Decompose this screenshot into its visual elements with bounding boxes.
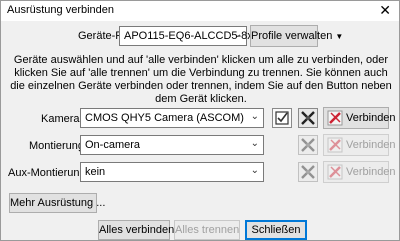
camera-properties-button[interactable] xyxy=(272,108,292,128)
mount-settings-button[interactable] xyxy=(298,135,318,155)
plug-icon xyxy=(327,164,343,180)
tools-icon xyxy=(301,111,315,125)
aux-mount-connect-label: Verbinden xyxy=(346,166,396,178)
mount-label: Montierung xyxy=(29,140,85,152)
manage-profiles-label: Profile verwalten xyxy=(251,30,333,42)
aux-mount-value: kein xyxy=(85,166,106,178)
aux-mount-label: Aux-Montierung xyxy=(8,167,86,179)
plug-icon xyxy=(327,137,343,153)
equipment-dialog: Ausrüstung verbinden ✕ Geräte-Profil APO… xyxy=(0,0,400,241)
instructions-text: Geräte auswählen und auf 'alle verbinden… xyxy=(10,54,392,105)
dropdown-arrow-icon: ▼ xyxy=(335,32,344,41)
chevron-down-icon: ⌄ xyxy=(250,111,259,122)
aux-mount-select[interactable]: kein ⌄ xyxy=(80,162,264,182)
title-bar: Ausrüstung verbinden ✕ xyxy=(1,1,399,21)
chevron-down-icon: ⌄ xyxy=(250,165,259,176)
more-equipment-button[interactable]: Mehr Ausrüstung ... xyxy=(9,193,105,213)
camera-connect-button[interactable]: Verbinden xyxy=(323,107,396,129)
tools-icon xyxy=(301,165,315,179)
chevron-down-icon: ⌄ xyxy=(233,29,242,40)
camera-settings-button[interactable] xyxy=(298,108,318,128)
mount-connect-button[interactable]: Verbinden xyxy=(323,134,396,156)
chevron-down-icon: ⌄ xyxy=(250,138,259,149)
manage-profiles-button[interactable]: Profile verwalten ▼ xyxy=(250,25,343,47)
close-icon[interactable]: ✕ xyxy=(379,2,391,18)
camera-select[interactable]: CMOS QHY5 Camera (ASCOM) ⌄ xyxy=(80,108,264,128)
camera-value: CMOS QHY5 Camera (ASCOM) xyxy=(85,112,244,124)
mount-select[interactable]: On-camera ⌄ xyxy=(80,135,264,155)
close-button[interactable]: Schließen xyxy=(245,220,307,240)
profile-select[interactable]: APO115-EQ6-ALCCD5-8x50 ⌄ xyxy=(119,26,265,46)
tools-icon xyxy=(301,138,315,152)
mount-connect-label: Verbinden xyxy=(346,139,396,151)
aux-mount-connect-button[interactable]: Verbinden xyxy=(323,161,396,183)
connect-all-button[interactable]: Alles verbinden xyxy=(98,220,174,240)
camera-connect-label: Verbinden xyxy=(346,112,396,124)
disconnect-all-button[interactable]: Alles trennen xyxy=(174,220,240,240)
window-title: Ausrüstung verbinden xyxy=(7,4,115,16)
properties-icon xyxy=(275,111,289,125)
mount-value: On-camera xyxy=(85,139,141,151)
camera-label: Kamera xyxy=(41,113,80,125)
aux-mount-settings-button[interactable] xyxy=(298,162,318,182)
plug-icon xyxy=(327,110,343,126)
profile-value: APO115-EQ6-ALCCD5-8x50 xyxy=(124,30,266,42)
